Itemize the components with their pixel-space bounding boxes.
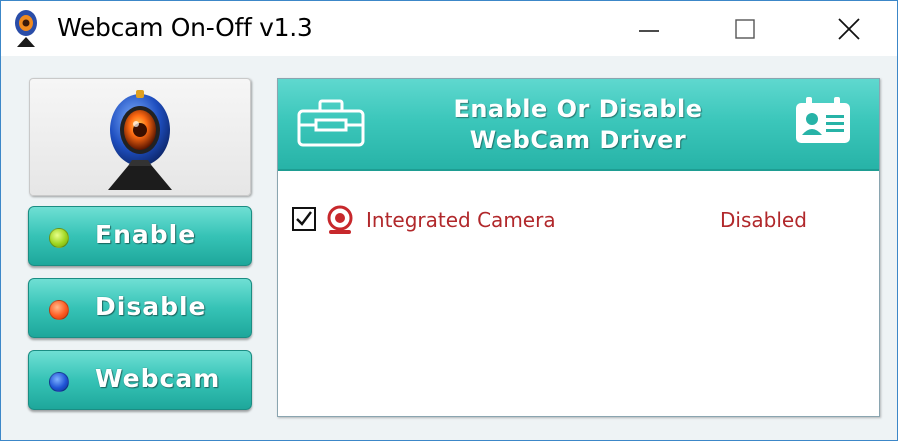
blue-indicator-icon — [49, 372, 69, 392]
panel-title-line-1: Enable Or Disable — [453, 95, 703, 123]
enable-button[interactable]: Enable — [28, 206, 252, 266]
client-area: Enable Disable Webcam Enable Or Disable — [1, 56, 897, 440]
logo-panel — [29, 78, 251, 196]
minimize-icon — [639, 29, 659, 32]
device-list-item[interactable]: Integrated Camera Disabled — [290, 203, 870, 237]
disable-button-label: Disable — [95, 292, 207, 321]
maximize-button[interactable] — [705, 1, 785, 56]
device-name: Integrated Camera — [366, 208, 556, 232]
webcam-button[interactable]: Webcam — [28, 350, 252, 410]
window-title: Webcam On-Off v1.3 — [57, 13, 313, 42]
checkmark-icon — [296, 211, 312, 226]
device-checkbox[interactable] — [292, 207, 316, 231]
close-icon — [838, 17, 860, 40]
device-panel: Enable Or Disable WebCam Driver Integrat… — [277, 78, 880, 417]
toolbox-icon — [297, 99, 365, 147]
close-button[interactable] — [809, 1, 889, 56]
green-indicator-icon — [49, 228, 69, 248]
title-bar[interactable]: Webcam On-Off v1.3 — [1, 1, 897, 56]
panel-header: Enable Or Disable WebCam Driver — [278, 79, 879, 171]
webcam-app-icon — [15, 10, 37, 47]
panel-title-line-2: WebCam Driver — [469, 126, 687, 154]
maximize-icon — [735, 18, 755, 39]
device-status: Disabled — [720, 208, 807, 232]
webcam-logo-icon — [108, 90, 172, 190]
enable-button-label: Enable — [95, 220, 197, 249]
id-card-icon — [796, 97, 850, 143]
app-window: Webcam On-Off v1.3 Enable Disable Webcam… — [0, 0, 898, 441]
disable-button[interactable]: Disable — [28, 278, 252, 338]
red-indicator-icon — [49, 300, 69, 320]
camera-device-icon — [327, 205, 353, 234]
minimize-button[interactable] — [609, 1, 689, 56]
webcam-button-label: Webcam — [95, 364, 221, 393]
panel-title: Enable Or Disable WebCam Driver — [398, 94, 758, 156]
